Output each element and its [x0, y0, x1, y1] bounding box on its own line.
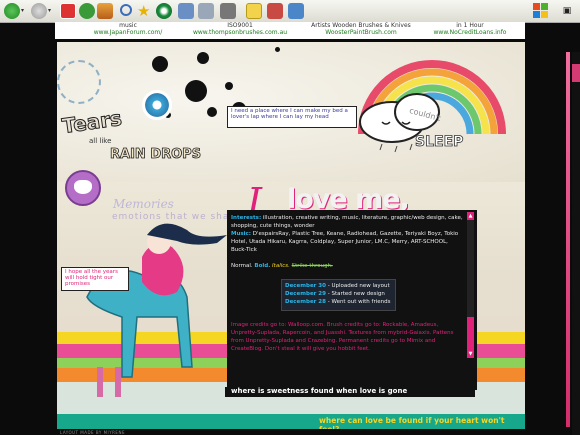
- footer-credit: LAYOUT MADE BY MIYRENE: [60, 430, 125, 435]
- scrollbar[interactable]: [572, 52, 580, 435]
- circle-doodle: [57, 60, 101, 104]
- update-text: - Started new design: [327, 291, 385, 297]
- ad-item[interactable]: in 1 Hour www.NoCreditLoans.info: [415, 22, 525, 36]
- quote-bubble: I hope all the years will hold tight our…: [61, 267, 129, 291]
- print-icon[interactable]: [220, 3, 236, 19]
- ad-banner: music www.JapanForum.com/ ISO9001 www.th…: [55, 22, 525, 39]
- dropdown-icon[interactable]: ▾: [48, 3, 54, 19]
- record-graphic: [142, 90, 172, 120]
- scroll-up-icon[interactable]: ▲: [467, 212, 474, 220]
- media-icon[interactable]: [156, 3, 172, 19]
- messenger-icon[interactable]: [288, 3, 304, 19]
- search-icon[interactable]: [120, 4, 132, 16]
- ink-splatter: [207, 107, 217, 117]
- profile-text-box: Interests: illustration, creative writin…: [227, 210, 477, 390]
- quote-strip: where is sweetness found when love is go…: [225, 387, 475, 397]
- ad-item[interactable]: music www.JapanForum.com/: [73, 22, 183, 36]
- ad-item[interactable]: Artists Wooden Brushes & Knives WoosterP…: [291, 22, 431, 36]
- interests-label: Interests:: [231, 215, 262, 221]
- update-row: December 30 - Uploaded new layout: [285, 282, 392, 290]
- ad-title: ISO9001: [227, 22, 253, 29]
- scrollbar-thumb[interactable]: [572, 64, 580, 82]
- discuss-icon[interactable]: [267, 3, 283, 19]
- interests-text: illustration, creative writing, music, l…: [231, 215, 463, 229]
- window-control-icon[interactable]: ▣: [556, 0, 578, 22]
- ink-splatter: [225, 82, 233, 90]
- style-bold: Bold.: [254, 263, 271, 269]
- girl-on-horse-illustration: [86, 223, 227, 397]
- browser-toolbar: ▾ ▾ ★ ▣: [0, 0, 580, 23]
- update-text: - Went out with friends: [327, 299, 391, 305]
- update-row: December 29 - Started new design: [285, 290, 392, 298]
- windows-logo-icon: [533, 3, 549, 19]
- edit-icon[interactable]: [246, 3, 262, 19]
- bottom-quote: where can love be found if your heart wo…: [319, 416, 505, 429]
- refresh-icon[interactable]: [79, 3, 95, 19]
- ad-title: music: [119, 22, 137, 29]
- dropdown-icon[interactable]: ▾: [21, 3, 27, 19]
- all-like-text: all like: [89, 137, 112, 145]
- update-text: - Uploaded new layout: [327, 283, 390, 289]
- ad-url[interactable]: WoosterPaintBrush.com: [291, 29, 431, 36]
- mail-icon[interactable]: [198, 3, 214, 19]
- forward-icon[interactable]: [31, 3, 47, 19]
- rain-drops-text: RAIN DROPS: [110, 147, 202, 163]
- ad-title: in 1 Hour: [456, 22, 484, 29]
- sleep-text: SLEEP: [415, 134, 464, 151]
- ink-splatter: [152, 56, 168, 72]
- ad-url[interactable]: www.JapanForum.com/: [73, 29, 183, 36]
- memories-text: Memories: [113, 197, 174, 211]
- music-label: Music:: [231, 231, 252, 237]
- favorites-icon[interactable]: ★: [137, 3, 153, 19]
- quote-text: I need a place where I can make my bed a…: [231, 108, 348, 120]
- ad-title: Artists Wooden Brushes & Knives: [311, 22, 411, 29]
- update-row: December 28 - Went out with friends: [285, 298, 392, 306]
- ad-item[interactable]: ISO9001 www.thompsonbrushes.com.au: [185, 22, 295, 36]
- scrollbar-thumb[interactable]: [467, 317, 474, 351]
- update-date: December 29: [285, 291, 326, 297]
- history-icon[interactable]: [178, 3, 194, 19]
- style-italic: Italics.: [272, 263, 290, 269]
- update-date: December 30: [285, 283, 326, 289]
- style-strike: Strike-through.: [291, 263, 333, 269]
- ink-splatter: [197, 52, 209, 64]
- ink-splatter: [275, 47, 280, 52]
- stop-icon[interactable]: [60, 3, 76, 19]
- music-text: D'espairsRay, Plastic Tree, Keane, Radio…: [231, 231, 459, 253]
- music-section: Music: D'espairsRay, Plastic Tree, Keane…: [231, 230, 463, 254]
- text-style-sample: Normal. Bold. Italics. Strike-through.: [231, 262, 463, 270]
- quote-bubble: I need a place where I can make my bed a…: [227, 106, 357, 128]
- cat-badge-icon: [65, 170, 101, 206]
- scroll-down-icon[interactable]: ▼: [467, 350, 474, 358]
- style-normal: Normal.: [231, 263, 253, 269]
- home-icon[interactable]: [97, 3, 113, 19]
- textbox-scrollbar[interactable]: ▲ ▼: [467, 212, 474, 358]
- profile-layout: Tears all like RAIN DROPS Memories emoti…: [57, 42, 525, 429]
- ink-splatter: [185, 80, 207, 102]
- quote-text: I hope all the years will hold tight our…: [65, 269, 118, 287]
- ad-url[interactable]: www.NoCreditLoans.info: [415, 29, 525, 36]
- interests-section: Interests: illustration, creative writin…: [231, 214, 463, 230]
- update-date: December 28: [285, 299, 326, 305]
- page-edge-decoration: [566, 52, 570, 427]
- quote-strip-text: where is sweetness found when love is go…: [231, 387, 408, 395]
- back-icon[interactable]: [4, 3, 20, 19]
- ad-url[interactable]: www.thompsonbrushes.com.au: [185, 29, 295, 36]
- credits-text: Image credits go to: Walloop.com. Brush …: [231, 322, 454, 352]
- updates-box: December 30 - Uploaded new layout Decemb…: [281, 279, 396, 311]
